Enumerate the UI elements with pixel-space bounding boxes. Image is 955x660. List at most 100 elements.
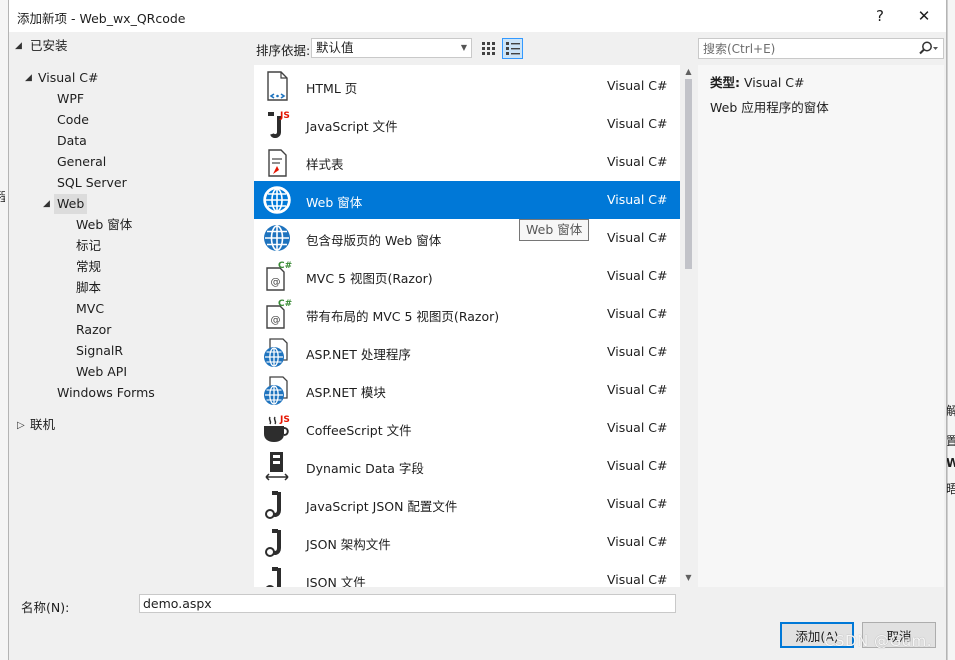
tree-item-general[interactable]: General xyxy=(57,152,106,172)
tree-item-visual-csharp[interactable]: Visual C# xyxy=(38,68,99,88)
help-button[interactable]: ? xyxy=(865,4,895,28)
search-input[interactable] xyxy=(699,39,899,58)
tree-item-general-web[interactable]: 常规 xyxy=(76,257,101,277)
tree-item-online[interactable]: 联机 xyxy=(30,415,55,435)
template-item-html-page[interactable]: HTML 页 Visual C# xyxy=(254,67,680,105)
background-text: 置 xyxy=(946,434,955,448)
template-item-dynamic-data[interactable]: Dynamic Data 字段 Visual C# xyxy=(254,447,680,485)
collapse-arrow-icon[interactable]: ◢ xyxy=(25,73,32,83)
template-language: Visual C# xyxy=(607,154,668,169)
tree-item-markup[interactable]: 标记 xyxy=(76,236,101,256)
sort-label: 排序依据: xyxy=(256,43,311,58)
template-item-javascript-file[interactable]: JS JavaScript 文件 Visual C# xyxy=(254,105,680,143)
type-label: 类型: xyxy=(710,75,740,90)
template-name: JavaScript JSON 配置文件 xyxy=(306,499,458,514)
template-item-web-form[interactable]: Web 窗体 Visual C# xyxy=(254,181,680,219)
sort-value: 默认值 xyxy=(316,40,354,55)
template-item-coffeescript-file[interactable]: JS CoffeeScript 文件 Visual C# xyxy=(254,409,680,447)
tree-item-web-forms[interactable]: Web 窗体 xyxy=(76,215,132,235)
tree-item-razor[interactable]: Razor xyxy=(76,320,111,340)
svg-text:C#: C# xyxy=(278,299,292,309)
template-name: Web 窗体 xyxy=(306,195,363,210)
template-name: ASP.NET 处理程序 xyxy=(306,347,411,362)
tree-item-wpf[interactable]: WPF xyxy=(57,89,84,109)
tree-item-web[interactable]: Web xyxy=(54,194,88,214)
template-language: Visual C# xyxy=(607,458,668,473)
template-item-json-config[interactable]: JavaScript JSON 配置文件 Visual C# xyxy=(254,485,680,523)
window-title: 添加新项 - Web_wx_QRcode xyxy=(17,11,186,26)
tree-item-windows-forms[interactable]: Windows Forms xyxy=(57,383,155,403)
template-language: Visual C# xyxy=(607,78,668,93)
aspnet-handler-icon xyxy=(264,338,288,367)
scroll-down-icon[interactable]: ▼ xyxy=(680,571,697,585)
close-icon: ✕ xyxy=(917,7,931,25)
template-item-aspnet-handler[interactable]: ASP.NET 处理程序 Visual C# xyxy=(254,333,680,371)
tree-item-web-api[interactable]: Web API xyxy=(76,362,127,382)
template-name: ASP.NET 模块 xyxy=(306,385,386,400)
search-box[interactable] xyxy=(698,38,944,59)
template-name: HTML 页 xyxy=(306,81,358,96)
web-form-master-icon xyxy=(264,225,290,251)
template-info-pane: 类型: Visual C# Web 应用程序的窗体 xyxy=(698,65,944,587)
template-name: 包含母版页的 Web 窗体 xyxy=(306,233,442,248)
help-icon: ? xyxy=(876,7,884,25)
template-language: Visual C# xyxy=(607,230,668,245)
template-item-mvc-view[interactable]: @ C# MVC 5 视图页(Razor) Visual C# xyxy=(254,257,680,295)
sort-select[interactable]: 默认值 ▼ xyxy=(311,38,472,58)
svg-text:@: @ xyxy=(271,277,281,288)
background-text: 晤 xyxy=(946,482,955,496)
svg-text:JS: JS xyxy=(279,111,290,121)
name-input[interactable] xyxy=(139,594,676,613)
tree-item-sql-server[interactable]: SQL Server xyxy=(57,173,127,193)
template-language: Visual C# xyxy=(607,192,668,207)
tree-item-data[interactable]: Data xyxy=(57,131,87,151)
template-item-mvc-view-layout[interactable]: @ C# 带有布局的 MVC 5 视图页(Razor) Visual C# xyxy=(254,295,680,333)
tree-item-signalr[interactable]: SignalR xyxy=(76,341,123,361)
dynamic-data-icon xyxy=(265,452,289,481)
background-right-strip xyxy=(947,0,955,660)
scroll-thumb[interactable] xyxy=(685,79,692,269)
template-language: Visual C# xyxy=(607,572,668,587)
tooltip: Web 窗体 xyxy=(519,219,590,241)
template-list-scrollbar[interactable]: ▲ ▼ xyxy=(680,65,697,587)
collapse-arrow-icon[interactable]: ◢ xyxy=(15,41,22,51)
template-item-stylesheet[interactable]: 样式表 Visual C# xyxy=(254,143,680,181)
web-form-icon xyxy=(263,186,291,214)
tree-item-code[interactable]: Code xyxy=(57,110,89,130)
close-button[interactable]: ✕ xyxy=(909,4,939,28)
template-name: JSON 文件 xyxy=(306,575,366,587)
tree-item-installed[interactable]: 已安装 xyxy=(30,36,68,56)
grid-view-button[interactable] xyxy=(478,38,499,59)
template-item-json-file[interactable]: JSON 文件 Visual C# xyxy=(254,561,680,587)
template-language: Visual C# xyxy=(607,116,668,131)
title-bar: 添加新项 - Web_wx_QRcode ? ✕ xyxy=(9,0,946,32)
name-label: 名称(N): xyxy=(21,600,70,615)
search-icon[interactable] xyxy=(919,41,939,56)
template-item-json-schema[interactable]: JSON 架构文件 Visual C# xyxy=(254,523,680,561)
mvc-view-layout-icon: @ C# xyxy=(266,299,292,329)
tree-item-mvc[interactable]: MVC xyxy=(76,299,104,319)
list-view-button[interactable] xyxy=(502,38,523,59)
list-view-icon xyxy=(505,42,520,55)
coffeescript-file-icon: JS xyxy=(264,415,290,442)
grid-view-icon xyxy=(482,42,495,55)
template-name: 带有布局的 MVC 5 视图页(Razor) xyxy=(306,309,500,324)
scroll-up-icon[interactable]: ▲ xyxy=(680,65,697,79)
template-item-aspnet-module[interactable]: ASP.NET 模块 Visual C# xyxy=(254,371,680,409)
svg-text:@: @ xyxy=(271,315,281,326)
background-left-strip: 程 xyxy=(0,0,8,660)
template-language: Visual C# xyxy=(607,344,668,359)
watermark: CSDN @Gum. xyxy=(824,632,933,650)
template-language: Visual C# xyxy=(607,306,668,321)
add-new-item-dialog: 添加新项 - Web_wx_QRcode ? ✕ ◢ 已安装 ◢ Visual … xyxy=(8,0,947,660)
template-item-web-form-master[interactable]: 包含母版页的 Web 窗体 Visual C# xyxy=(254,219,680,257)
expand-arrow-icon[interactable]: ▷ xyxy=(17,420,25,431)
tree-item-script[interactable]: 脚本 xyxy=(76,278,101,298)
mvc-view-icon: @ C# xyxy=(266,261,292,291)
collapse-arrow-icon[interactable]: ◢ xyxy=(43,199,50,209)
category-tree: ◢ 已安装 ◢ Visual C# WPF Code Data General … xyxy=(9,32,254,587)
javascript-file-icon: JS xyxy=(268,111,290,139)
json-schema-icon xyxy=(265,529,281,557)
template-list: HTML 页 Visual C# JS JavaScript 文件 Visual… xyxy=(254,65,684,587)
template-language: Visual C# xyxy=(607,534,668,549)
